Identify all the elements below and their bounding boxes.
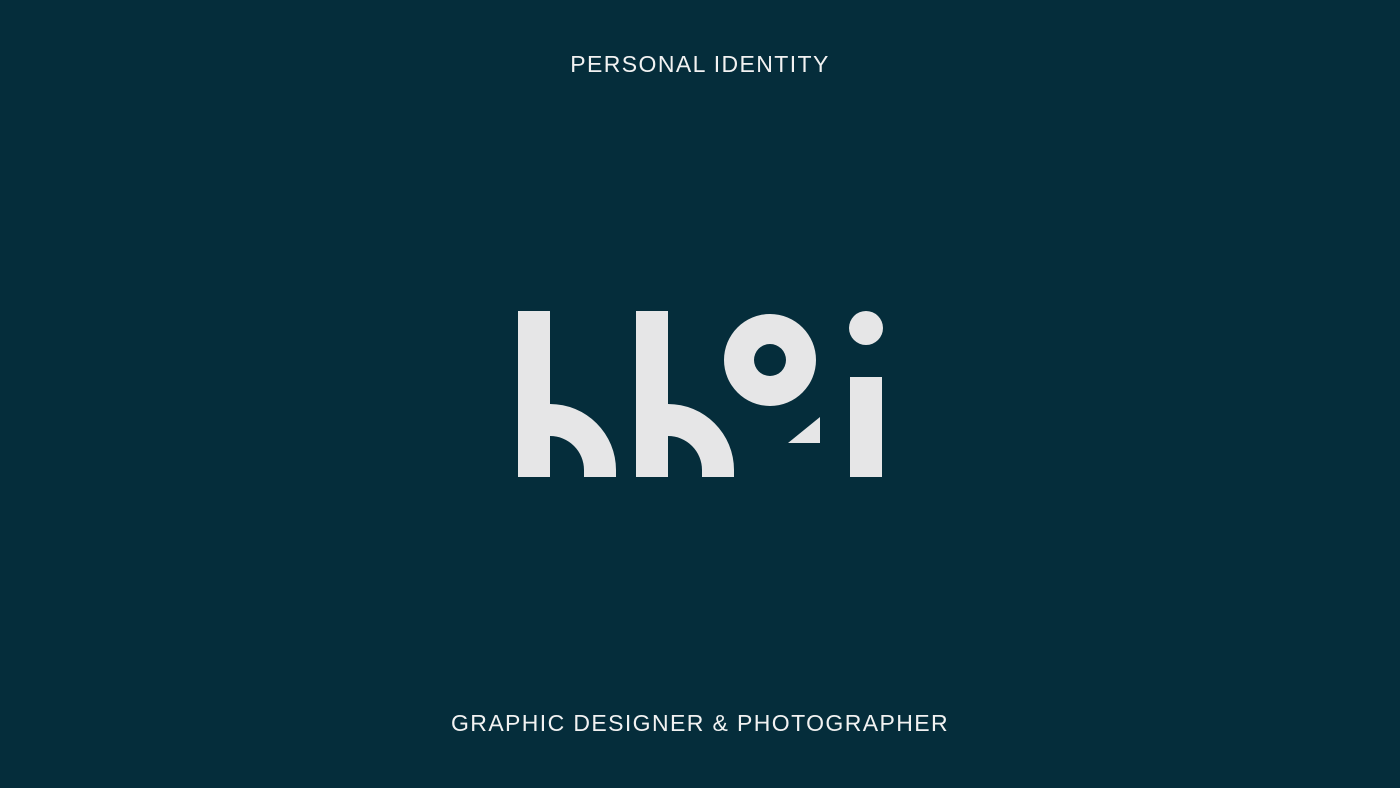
logo-letter-o bbox=[724, 314, 816, 406]
brand-slide: PERSONAL IDENTITY GRAPHIC DESIGNER & PHO… bbox=[0, 0, 1400, 788]
logo-letter-i bbox=[849, 311, 883, 477]
logo-letter-k bbox=[518, 311, 616, 477]
logo-letter-h bbox=[636, 311, 734, 477]
logo-mark bbox=[518, 311, 883, 477]
khoi-logo bbox=[518, 311, 883, 477]
tagline: GRAPHIC DESIGNER & PHOTOGRAPHER bbox=[451, 710, 949, 736]
section-title: PERSONAL IDENTITY bbox=[570, 51, 830, 77]
logo-triangle bbox=[788, 417, 820, 443]
